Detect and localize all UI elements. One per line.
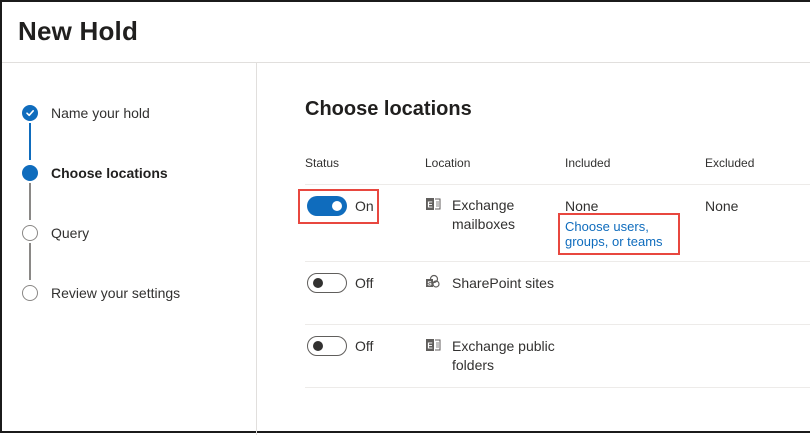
step-connector	[29, 243, 31, 280]
checkmark-icon	[22, 105, 38, 121]
location-name: Exchange	[452, 197, 515, 213]
link-text-cont: groups, or teams	[565, 234, 663, 249]
row-divider	[305, 387, 810, 388]
step-connector	[29, 183, 31, 220]
exchange-icon: E	[425, 337, 441, 353]
sharepoint-icon: S	[425, 274, 441, 290]
column-header-location: Location	[425, 156, 471, 170]
exchange-icon: E	[425, 196, 441, 212]
step-choose-locations[interactable]: Choose locations	[22, 165, 168, 181]
location-name-cont: folders	[452, 357, 495, 373]
sidebar-divider	[256, 63, 257, 435]
step-connector	[29, 123, 31, 160]
excluded-value: None	[705, 198, 739, 214]
column-header-included: Included	[565, 156, 611, 170]
row-divider	[305, 261, 810, 262]
row-divider	[305, 324, 810, 325]
row-divider	[305, 184, 810, 185]
step-query[interactable]: Query	[22, 225, 89, 241]
toggle-state-label: On	[355, 198, 374, 214]
window-frame: New Hold Name your hold Choose locations…	[0, 0, 810, 435]
included-value: None	[565, 198, 599, 214]
svg-text:S: S	[427, 281, 432, 288]
toggle-switch[interactable]	[307, 336, 347, 356]
step-label: Query	[51, 225, 90, 241]
choose-users-groups-teams-link[interactable]: Choose users, groups, or teams	[565, 219, 663, 249]
step-label: Review your settings	[51, 285, 181, 301]
link-text: Choose users,	[565, 219, 649, 234]
exchange-public-folders-toggle[interactable]: Off	[307, 336, 373, 356]
toggle-switch[interactable]	[307, 273, 347, 293]
location-name: SharePoint sites	[452, 275, 554, 291]
location-sharepoint-sites: S SharePoint sites	[425, 274, 554, 293]
title-divider	[2, 62, 810, 63]
step-label: Choose locations	[51, 165, 168, 181]
current-step-icon	[22, 165, 38, 181]
exchange-mailboxes-toggle[interactable]: On	[307, 196, 374, 216]
pending-step-icon	[22, 285, 38, 301]
svg-text:E: E	[427, 201, 433, 210]
step-review-settings[interactable]: Review your settings	[22, 285, 180, 301]
location-exchange-public-folders: E Exchange public folders	[425, 337, 555, 375]
location-exchange-mailboxes: E Exchange mailboxes	[425, 196, 515, 234]
step-name-your-hold[interactable]: Name your hold	[22, 105, 150, 121]
pending-step-icon	[22, 225, 38, 241]
column-header-status: Status	[305, 156, 340, 170]
location-name: Exchange public	[452, 338, 555, 354]
section-heading: Choose locations	[305, 98, 472, 120]
step-label: Name your hold	[51, 105, 150, 121]
toggle-state-label: Off	[355, 275, 374, 291]
sharepoint-sites-toggle[interactable]: Off	[307, 273, 373, 293]
page-title: New Hold	[18, 16, 139, 46]
column-header-excluded: Excluded	[705, 156, 755, 170]
location-name-cont: mailboxes	[452, 216, 516, 232]
toggle-state-label: Off	[355, 338, 374, 354]
toggle-switch[interactable]	[307, 196, 347, 216]
svg-text:E: E	[427, 342, 433, 351]
